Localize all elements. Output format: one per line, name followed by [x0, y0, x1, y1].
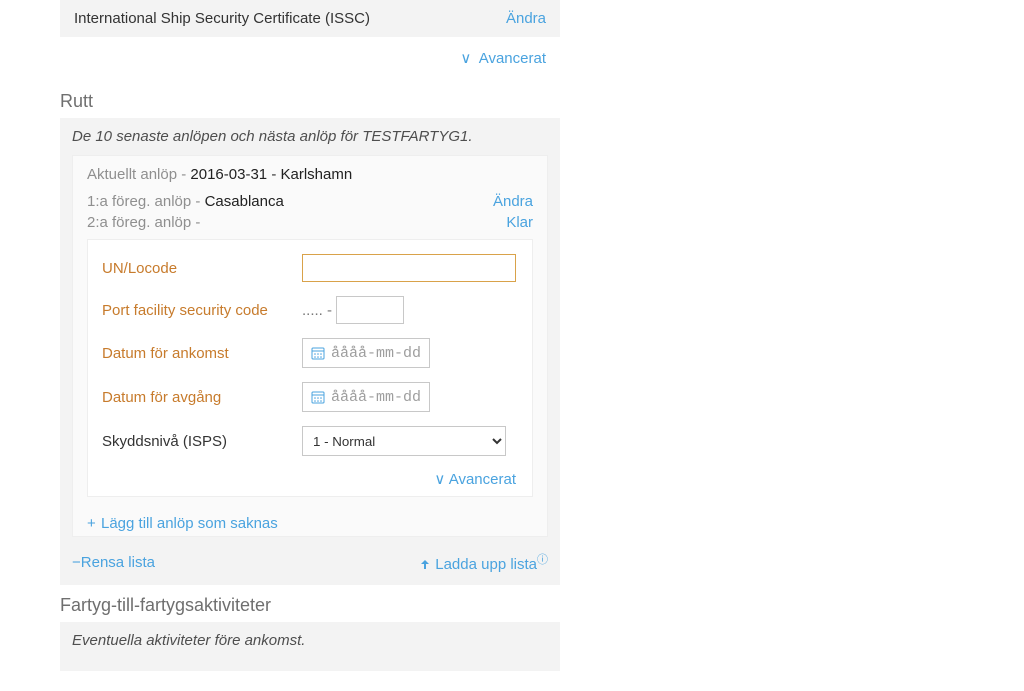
departure-date-label: Datum för avgång [102, 389, 302, 406]
current-call: Aktuellt anlöp - 2016-03-31 - Karlshamn [87, 166, 533, 183]
prev1-port: Casablanca [205, 193, 284, 210]
current-call-label: Aktuellt anlöp [87, 166, 177, 183]
upload-list-label: Ladda upp lista [435, 556, 537, 573]
route-panel: De 10 senaste anlöpen och nästa anlöp fö… [60, 118, 560, 585]
s2s-caption: Eventuella aktiviteter före ankomst. [72, 632, 548, 649]
arrival-date-placeholder: åååå-mm-dd [331, 345, 421, 362]
route-heading: Rutt [60, 91, 560, 112]
plus-icon: + [87, 515, 101, 532]
calendar-icon [311, 346, 325, 360]
issc-title: International Ship Security Certificate … [74, 10, 370, 27]
calendar-icon [311, 390, 325, 404]
locode-input[interactable] [302, 254, 516, 282]
s2s-heading: Fartyg-till-fartygsaktiviteter [60, 595, 560, 616]
clear-list-label: Rensa lista [81, 554, 155, 571]
add-missing-call-label: Lägg till anlöp som saknas [101, 515, 278, 532]
prev1-edit-link[interactable]: Ändra [493, 193, 533, 210]
pfsc-prefix: ..... - [302, 302, 332, 319]
prev2-row: 2:a föreg. anlöp - Klar [87, 214, 533, 231]
issc-row: International Ship Security Certificate … [60, 0, 560, 37]
issc-advanced-toggle[interactable]: ∨ Avancerat [60, 43, 560, 81]
form-advanced-label: Avancerat [449, 471, 516, 488]
arrival-date-label: Datum för ankomst [102, 345, 302, 362]
form-advanced-toggle[interactable]: ∨ Avancerat [102, 470, 516, 488]
prev2-label: 2:a föreg. anlöp [87, 214, 191, 231]
arrival-date-input[interactable]: åååå-mm-dd [302, 338, 430, 368]
minus-icon: − [72, 554, 81, 571]
issc-edit-link[interactable]: Ändra [506, 10, 546, 27]
prev2-done-link[interactable]: Klar [506, 214, 533, 231]
chevron-down-icon: ∨ [460, 49, 471, 67]
help-icon[interactable]: ⓘ [537, 554, 548, 566]
call-box: Aktuellt anlöp - 2016-03-31 - Karlshamn … [72, 155, 548, 537]
advanced-label: Avancerat [479, 50, 546, 67]
s2s-panel: Eventuella aktiviteter före ankomst. [60, 622, 560, 671]
prev1-row: 1:a föreg. anlöp - Casablanca Ändra [87, 193, 533, 210]
upload-icon [419, 559, 431, 571]
chevron-down-icon: ∨ [434, 471, 445, 488]
current-call-port: Karlshamn [280, 166, 352, 183]
pfsc-label: Port facility security code [102, 302, 302, 319]
route-caption: De 10 senaste anlöpen och nästa anlöp fö… [72, 128, 548, 145]
add-missing-call-link[interactable]: +Lägg till anlöp som saknas [87, 515, 533, 532]
isps-select[interactable]: 1 - Normal [302, 426, 506, 456]
prev1-label: 1:a föreg. anlöp [87, 193, 191, 210]
call-form: UN/Locode Port facility security code ..… [87, 239, 533, 497]
pfsc-input[interactable] [336, 296, 404, 324]
isps-label: Skyddsnivå (ISPS) [102, 433, 302, 450]
locode-label: UN/Locode [102, 260, 302, 277]
upload-list-link[interactable]: Ladda upp listaⓘ [419, 551, 548, 573]
departure-date-input[interactable]: åååå-mm-dd [302, 382, 430, 412]
current-call-date: 2016-03-31 [190, 166, 267, 183]
departure-date-placeholder: åååå-mm-dd [331, 389, 421, 406]
clear-list-link[interactable]: −Rensa lista [72, 554, 155, 571]
